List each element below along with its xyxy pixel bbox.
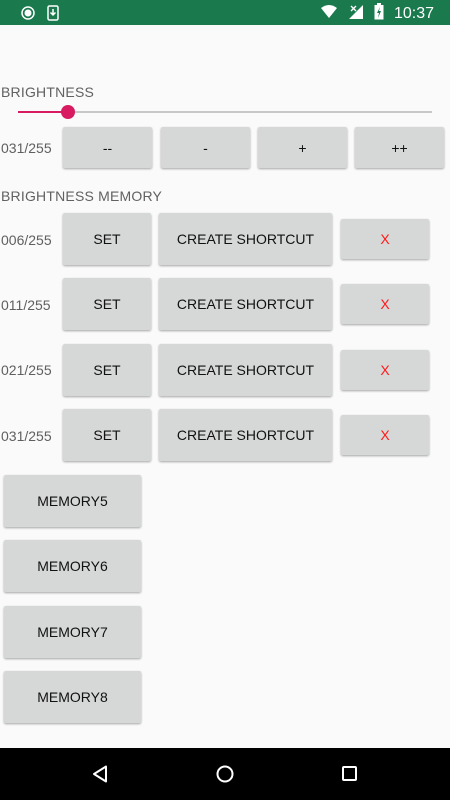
create-shortcut-button-4[interactable]: CREATE SHORTCUT [159,409,332,461]
brightness-label: BRIGHTNESS [1,84,95,100]
memory7-button[interactable]: MEMORY7 [4,606,141,658]
brightness-memory-label: BRIGHTNESS MEMORY [1,188,163,204]
signal-icon [348,4,364,25]
home-icon[interactable] [216,765,234,788]
back-icon[interactable] [92,765,108,788]
delete-button-3[interactable]: X [341,350,429,390]
decrease-more-button[interactable]: -- [63,127,152,168]
status-left [21,5,59,26]
memory-value-3: 021/255 [1,362,52,378]
create-shortcut-button-1[interactable]: CREATE SHORTCUT [159,213,332,265]
memory-value-2: 011/255 [1,297,51,313]
slider-thumb[interactable] [61,105,76,119]
decrease-button[interactable]: - [161,127,250,168]
delete-button-1[interactable]: X [341,219,429,259]
brightness-slider[interactable] [18,103,432,121]
set-button-1[interactable]: SET [63,213,151,265]
memory-value-4: 031/255 [1,428,52,444]
battery-icon [374,3,384,25]
create-shortcut-button-2[interactable]: CREATE SHORTCUT [159,278,332,330]
memory8-button[interactable]: MEMORY8 [4,671,141,723]
status-bar: 10:37 [0,0,450,25]
status-right: 10:37 [320,3,434,25]
increase-button[interactable]: + [258,127,347,168]
delete-button-2[interactable]: X [341,284,429,324]
set-button-2[interactable]: SET [63,278,151,330]
memory-value-1: 006/255 [1,232,52,248]
wifi-icon [320,4,338,24]
set-button-4[interactable]: SET [63,409,151,461]
increase-more-button[interactable]: ++ [355,127,444,168]
brightness-value: 031/255 [1,140,52,156]
delete-button-4[interactable]: X [341,415,429,455]
status-time: 10:37 [393,5,434,22]
recents-icon[interactable] [342,766,357,786]
set-button-3[interactable]: SET [63,344,151,396]
circle-icon [21,6,35,25]
download-icon [47,5,59,26]
slider-track [18,111,432,113]
memory5-button[interactable]: MEMORY5 [4,475,141,527]
memory6-button[interactable]: MEMORY6 [4,540,141,592]
create-shortcut-button-3[interactable]: CREATE SHORTCUT [159,344,332,396]
navigation-bar [0,748,450,800]
